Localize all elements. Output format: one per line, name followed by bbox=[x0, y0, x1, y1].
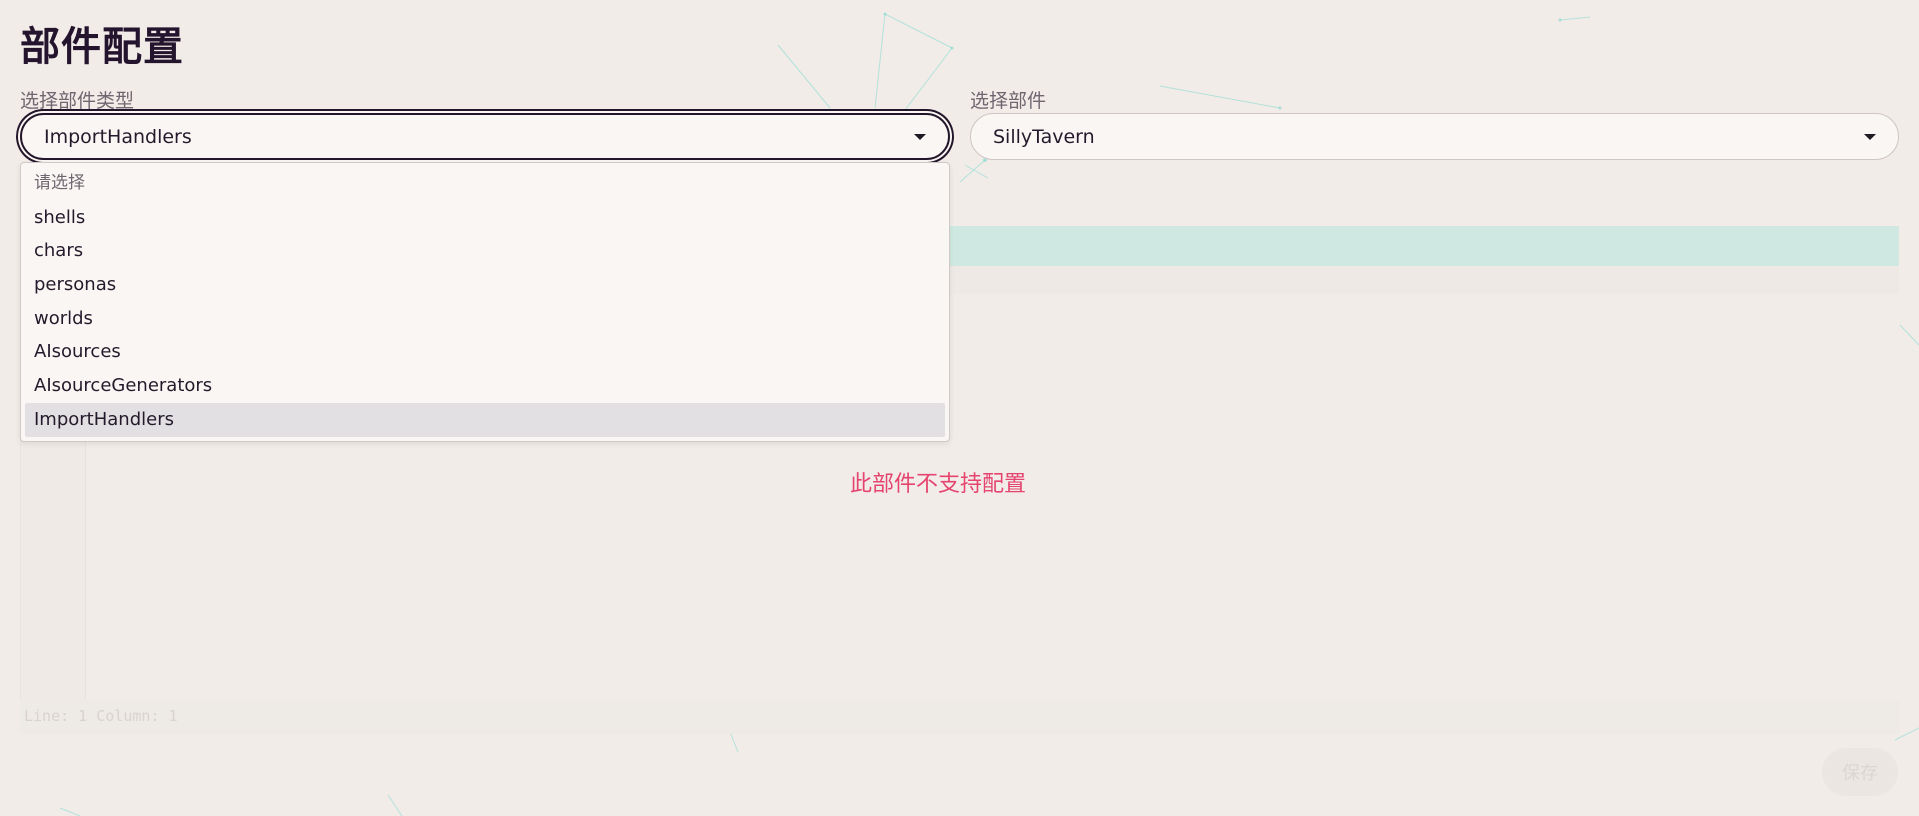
part-type-select[interactable]: ImportHandlers bbox=[20, 113, 950, 160]
option-shells[interactable]: shells bbox=[25, 201, 945, 235]
editor-status-bar: Line: 1 Column: 1 bbox=[20, 699, 1899, 734]
part-label: 选择部件 bbox=[970, 90, 1047, 112]
option-aisources[interactable]: AIsources bbox=[25, 335, 945, 369]
part-type-label: 选择部件类型 bbox=[20, 90, 135, 112]
save-button[interactable]: 保存 bbox=[1822, 748, 1898, 796]
chevron-down-icon bbox=[914, 133, 926, 140]
option-placeholder[interactable]: 请选择 bbox=[25, 167, 945, 201]
part-select[interactable]: SillyTavern bbox=[970, 113, 1899, 160]
chevron-down-icon bbox=[1864, 133, 1876, 140]
part-selected-value: SillyTavern bbox=[993, 125, 1095, 148]
part-type-selected-value: ImportHandlers bbox=[44, 125, 192, 148]
option-personas[interactable]: personas bbox=[25, 268, 945, 302]
unsupported-config-notice: 此部件不支持配置 bbox=[850, 472, 1027, 497]
page: 部件配置 选择部件类型 ImportHandlers 选择部件 SillyTav… bbox=[0, 0, 1919, 816]
option-worlds[interactable]: worlds bbox=[25, 302, 945, 336]
part-type-dropdown-list: 请选择 shells chars personas worlds AIsourc… bbox=[20, 162, 950, 442]
page-title: 部件配置 bbox=[20, 24, 184, 70]
option-aisource-generators[interactable]: AIsourceGenerators bbox=[25, 369, 945, 403]
option-import-handlers[interactable]: ImportHandlers bbox=[25, 402, 945, 437]
option-chars[interactable]: chars bbox=[25, 234, 945, 268]
